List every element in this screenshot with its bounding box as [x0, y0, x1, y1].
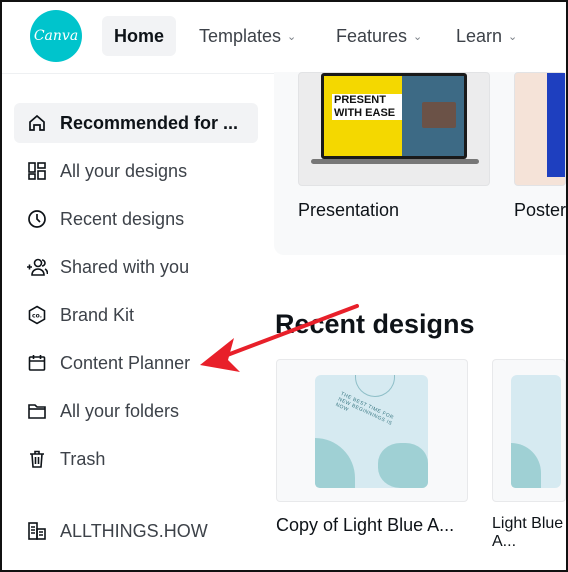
- annotation-arrow: [200, 304, 359, 372]
